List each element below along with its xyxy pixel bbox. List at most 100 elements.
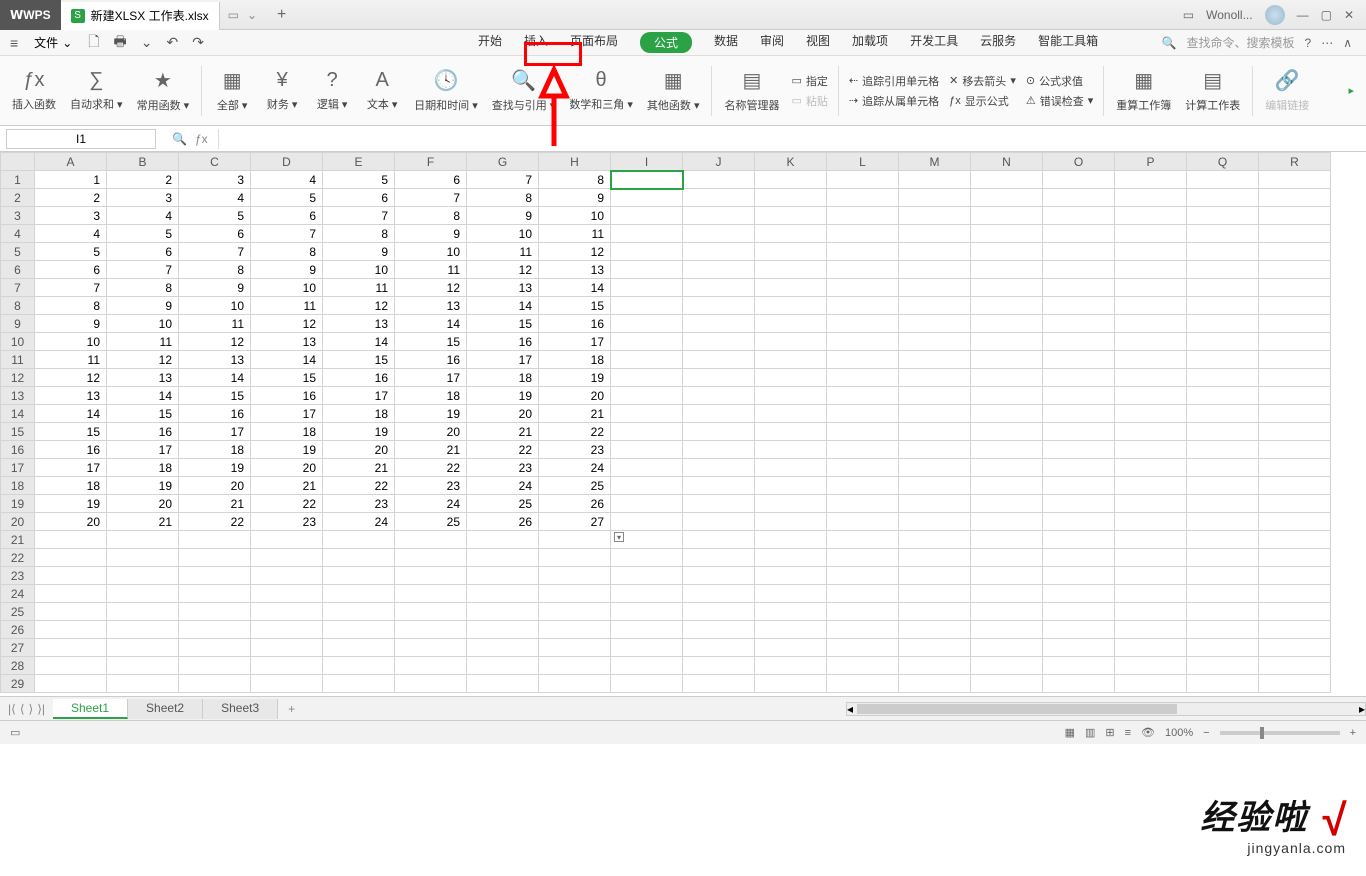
cell-P5[interactable] — [1115, 243, 1187, 261]
tab-menu-icon[interactable]: ▭ — [228, 8, 239, 22]
cell-E26[interactable] — [323, 621, 395, 639]
cell-C14[interactable]: 16 — [179, 405, 251, 423]
cell-J28[interactable] — [683, 657, 755, 675]
cell-O8[interactable] — [1043, 297, 1115, 315]
cell-D13[interactable]: 16 — [251, 387, 323, 405]
cell-F20[interactable]: 25 — [395, 513, 467, 531]
cell-P3[interactable] — [1115, 207, 1187, 225]
cell-D5[interactable]: 8 — [251, 243, 323, 261]
autosum-button[interactable]: ∑自动求和 ▾ — [64, 58, 129, 124]
cell-Q24[interactable] — [1187, 585, 1259, 603]
cell-J29[interactable] — [683, 675, 755, 693]
cell-C21[interactable] — [179, 531, 251, 549]
cell-A16[interactable]: 16 — [35, 441, 107, 459]
cell-F23[interactable] — [395, 567, 467, 585]
cell-K22[interactable] — [755, 549, 827, 567]
cell-G18[interactable]: 24 — [467, 477, 539, 495]
cell-M11[interactable] — [899, 351, 971, 369]
cell-H19[interactable]: 26 — [539, 495, 611, 513]
row-header-13[interactable]: 13 — [1, 387, 35, 405]
cell-F17[interactable]: 22 — [395, 459, 467, 477]
cell-Q3[interactable] — [1187, 207, 1259, 225]
cell-P1[interactable] — [1115, 171, 1187, 189]
cell-J26[interactable] — [683, 621, 755, 639]
cell-I18[interactable] — [611, 477, 683, 495]
cell-I24[interactable] — [611, 585, 683, 603]
add-sheet-button[interactable]: + — [278, 702, 305, 716]
cell-K25[interactable] — [755, 603, 827, 621]
cell-M27[interactable] — [899, 639, 971, 657]
col-header-A[interactable]: A — [35, 153, 107, 171]
cell-N28[interactable] — [971, 657, 1043, 675]
cell-P18[interactable] — [1115, 477, 1187, 495]
zoom-slider[interactable] — [1220, 731, 1340, 735]
row-header-9[interactable]: 9 — [1, 315, 35, 333]
cell-P27[interactable] — [1115, 639, 1187, 657]
cell-K11[interactable] — [755, 351, 827, 369]
cell-I19[interactable] — [611, 495, 683, 513]
zoom-value[interactable]: 100% — [1165, 727, 1193, 739]
cell-B22[interactable] — [107, 549, 179, 567]
cell-C1[interactable]: 3 — [179, 171, 251, 189]
row-header-8[interactable]: 8 — [1, 297, 35, 315]
row-header-11[interactable]: 11 — [1, 351, 35, 369]
cell-F19[interactable]: 24 — [395, 495, 467, 513]
cell-A20[interactable]: 20 — [35, 513, 107, 531]
horizontal-scrollbar[interactable]: ◂ ▸ — [846, 702, 1366, 716]
search-icon[interactable]: 🔍 — [1162, 36, 1177, 50]
cell-J12[interactable] — [683, 369, 755, 387]
cell-C22[interactable] — [179, 549, 251, 567]
cell-C27[interactable] — [179, 639, 251, 657]
cell-H18[interactable]: 25 — [539, 477, 611, 495]
cell-R14[interactable] — [1259, 405, 1331, 423]
cell-M22[interactable] — [899, 549, 971, 567]
cell-H29[interactable] — [539, 675, 611, 693]
cell-N8[interactable] — [971, 297, 1043, 315]
cell-A2[interactable]: 2 — [35, 189, 107, 207]
cell-B19[interactable]: 20 — [107, 495, 179, 513]
cell-C3[interactable]: 5 — [179, 207, 251, 225]
cell-A13[interactable]: 13 — [35, 387, 107, 405]
cell-H4[interactable]: 11 — [539, 225, 611, 243]
cell-O6[interactable] — [1043, 261, 1115, 279]
cell-G5[interactable]: 11 — [467, 243, 539, 261]
row-header-7[interactable]: 7 — [1, 279, 35, 297]
cell-O11[interactable] — [1043, 351, 1115, 369]
cell-I22[interactable] — [611, 549, 683, 567]
cell-G21[interactable] — [467, 531, 539, 549]
cell-J6[interactable] — [683, 261, 755, 279]
cell-O24[interactable] — [1043, 585, 1115, 603]
cell-N10[interactable] — [971, 333, 1043, 351]
tab-云服务[interactable]: 云服务 — [980, 32, 1016, 53]
cell-L17[interactable] — [827, 459, 899, 477]
cell-B26[interactable] — [107, 621, 179, 639]
cell-J10[interactable] — [683, 333, 755, 351]
cell-R7[interactable] — [1259, 279, 1331, 297]
cell-I4[interactable] — [611, 225, 683, 243]
cell-P12[interactable] — [1115, 369, 1187, 387]
cell-D23[interactable] — [251, 567, 323, 585]
row-header-16[interactable]: 16 — [1, 441, 35, 459]
cell-J14[interactable] — [683, 405, 755, 423]
common-functions-button[interactable]: ★常用函数 ▾ — [131, 58, 196, 124]
cell-H8[interactable]: 15 — [539, 297, 611, 315]
cell-N16[interactable] — [971, 441, 1043, 459]
cell-H22[interactable] — [539, 549, 611, 567]
cell-R15[interactable] — [1259, 423, 1331, 441]
cell-G16[interactable]: 22 — [467, 441, 539, 459]
tab-开发工具[interactable]: 开发工具 — [910, 32, 958, 53]
cell-O2[interactable] — [1043, 189, 1115, 207]
cell-A23[interactable] — [35, 567, 107, 585]
col-header-R[interactable]: R — [1259, 153, 1331, 171]
cell-R26[interactable] — [1259, 621, 1331, 639]
cell-F29[interactable] — [395, 675, 467, 693]
cell-H3[interactable]: 10 — [539, 207, 611, 225]
cell-M2[interactable] — [899, 189, 971, 207]
cell-B9[interactable]: 10 — [107, 315, 179, 333]
row-header-2[interactable]: 2 — [1, 189, 35, 207]
cell-O21[interactable] — [1043, 531, 1115, 549]
remove-arrows-button[interactable]: ✕ 移去箭头 ▾ — [949, 73, 1016, 89]
cell-E9[interactable]: 13 — [323, 315, 395, 333]
cell-K12[interactable] — [755, 369, 827, 387]
cell-Q16[interactable] — [1187, 441, 1259, 459]
